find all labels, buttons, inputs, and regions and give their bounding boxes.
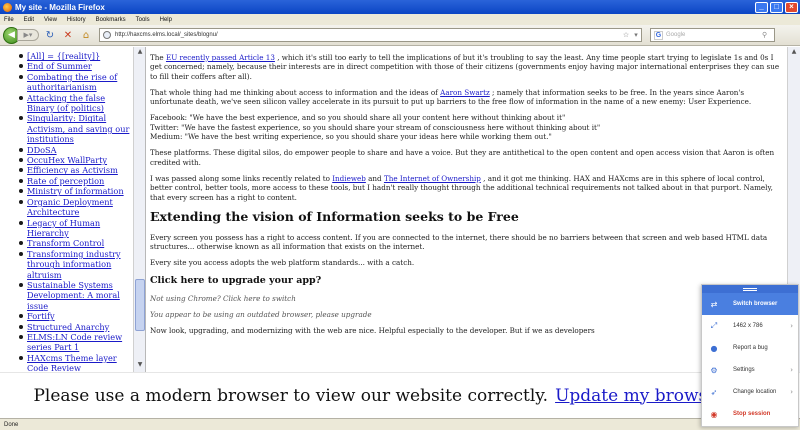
quote-facebook: Facebook: "We have the best experience, … — [150, 113, 566, 123]
site-identity-icon[interactable] — [103, 31, 111, 39]
sidebar-item[interactable]: Ministry of information — [6, 186, 130, 196]
paragraph-indieweb: I was passed along some links recently r… — [150, 173, 773, 202]
paragraph-standards: Every site you access adopts the web pla… — [150, 258, 415, 268]
report-bug-button[interactable]: ● Report a bug — [702, 337, 798, 359]
chevron-right-icon: › — [790, 322, 793, 330]
window-title: My site - Mozilla Firefox — [15, 2, 105, 12]
home-icon[interactable]: ⌂ — [79, 28, 93, 42]
eu-article13-link[interactable]: EU recently passed Article 13 — [166, 53, 275, 62]
back-arrow-icon: ◀ — [8, 30, 15, 40]
status-bar: Done — [0, 418, 800, 430]
menu-view[interactable]: View — [44, 17, 57, 23]
sidebar-item[interactable]: End of Summer — [6, 61, 130, 71]
menu-bar: File Edit View History Bookmarks Tools H… — [0, 14, 800, 25]
article-body: The EU recently passed Article 13 , whic… — [147, 47, 787, 372]
paragraph-upgrading: Now look, upgrading, and modernizing wit… — [150, 326, 595, 336]
chevron-right-icon: › — [790, 366, 793, 374]
google-icon[interactable]: G — [654, 30, 663, 40]
sidebar-item[interactable]: Efficiency as Activism — [6, 165, 130, 175]
quote-twitter: Twitter: "We have the fastest experience… — [150, 122, 601, 132]
gear-icon: ⚙ — [710, 365, 718, 375]
minimize-button[interactable]: _ — [755, 1, 768, 13]
stop-circle-icon: ◉ — [710, 409, 718, 419]
sidebar-item[interactable]: Attacking the false Binary (of politics) — [6, 93, 130, 114]
resize-icon: ⤢ — [710, 321, 718, 330]
stop-session-button[interactable]: ◉ Stop session — [702, 403, 798, 425]
menu-bookmarks[interactable]: Bookmarks — [96, 17, 126, 23]
title-bar: My site - Mozilla Firefox _ □ × — [0, 0, 800, 14]
close-button[interactable]: × — [785, 1, 798, 13]
location-arrow-icon: ➶ — [710, 387, 718, 397]
settings-menu[interactable]: ⚙ Settings › — [702, 359, 798, 381]
sidebar-item[interactable]: Organic Deployment Architecture — [6, 197, 130, 218]
sidebar-item[interactable]: Transforming industry through informatio… — [6, 249, 130, 280]
forward-arrow-icon: ▶▾ — [23, 31, 33, 39]
session-panel: ⇄ Switch browser ⤢ 1462 x 786 › ● Report… — [701, 284, 799, 427]
search-input[interactable]: Google — [666, 32, 762, 38]
platform-quotes: Facebook: "We have the best experience, … — [150, 113, 781, 141]
sidebar-item[interactable]: Transform Control — [6, 238, 130, 248]
sidebar-item[interactable]: Structured Anarchy — [6, 322, 130, 332]
address-bar[interactable]: http://haxcms.elms.local/_sites/blognu/ … — [99, 28, 642, 42]
menu-file[interactable]: File — [4, 17, 14, 23]
status-text: Done — [4, 421, 19, 428]
url-text[interactable]: http://haxcms.elms.local/_sites/blognu/ — [115, 32, 621, 38]
chevron-right-icon: › — [790, 388, 793, 396]
internet-of-ownership-link[interactable]: The Internet of Ownership — [384, 174, 481, 183]
sidebar-item[interactable]: Singularity: Digital Activism, and savin… — [6, 113, 130, 144]
panel-drag-handle[interactable] — [702, 285, 798, 293]
scroll-down-icon[interactable]: ▼ — [135, 361, 145, 371]
scroll-up-icon[interactable]: ▲ — [135, 48, 145, 58]
switch-browser-button[interactable]: ⇄ Switch browser — [702, 293, 798, 315]
sidebar-item[interactable]: DDoSA — [6, 145, 130, 155]
menu-edit[interactable]: Edit — [24, 17, 34, 23]
indieweb-link[interactable]: Indieweb — [332, 174, 366, 183]
sidebar-scroll-thumb[interactable] — [135, 279, 145, 331]
paragraph-article13: The EU recently passed Article 13 , whic… — [150, 53, 780, 81]
section-heading: Extending the vision of Information seek… — [150, 208, 519, 224]
stop-icon[interactable]: ✕ — [61, 28, 75, 42]
resolution-menu[interactable]: ⤢ 1462 x 786 › — [702, 315, 798, 337]
reload-icon[interactable]: ↻ — [43, 28, 57, 42]
maximize-button[interactable]: □ — [770, 1, 783, 13]
search-bar[interactable]: G Google ⚲ — [650, 28, 775, 42]
page-content: [All] = {[reality]} End of Summer Combatin… — [0, 47, 800, 418]
sidebar-scrollbar[interactable]: ▲ ▼ — [133, 47, 145, 372]
sidebar-item[interactable]: Combating the rise of authoritarianism — [6, 72, 130, 93]
page-scroll-up-icon[interactable]: ▲ — [789, 48, 799, 58]
sidebar-item[interactable]: Sustainable Systems Development: A moral… — [6, 280, 130, 311]
browser-upgrade-banner: Please use a modern browser to view our … — [0, 372, 800, 418]
example-outdated: You appear to be using an outdated brows… — [150, 310, 372, 320]
example-chrome: Not using Chrome? Click here to switch — [150, 293, 296, 303]
sidebar-item[interactable]: Rate of perception — [6, 176, 130, 186]
paragraph-every-screen: Every screen you possess has a right to … — [150, 232, 768, 252]
forward-button[interactable]: ▶▾ — [17, 29, 39, 41]
paragraph-platforms: These platforms. These digital silos, do… — [150, 148, 775, 167]
sidebar-item[interactable]: ELMS:LN Code review series Part 1 — [6, 332, 130, 353]
sidebar-item[interactable]: [All] = {[reality]} — [6, 51, 130, 61]
sidebar-nav: [All] = {[reality]} End of Summer Combatin… — [0, 47, 146, 372]
aaron-swartz-link[interactable]: Aaron Swartz — [440, 88, 490, 97]
subsection-heading: Click here to upgrade your app? — [150, 274, 322, 286]
search-icon[interactable]: ⚲ — [762, 31, 774, 39]
navigation-toolbar: ◀ ▶▾ ↻ ✕ ⌂ http://haxcms.elms.local/_sit… — [0, 25, 800, 46]
banner-message: Please use a modern browser to view our … — [33, 385, 549, 406]
change-location-menu[interactable]: ➶ Change location › — [702, 381, 798, 403]
sidebar-item[interactable]: OccuHex WallParty — [6, 155, 130, 165]
grip-icon — [743, 287, 757, 291]
menu-help[interactable]: Help — [160, 17, 172, 23]
paragraph-aaron: That whole thing had me thinking about a… — [150, 87, 752, 107]
sidebar-item[interactable]: Fortify — [6, 311, 130, 321]
sidebar-item[interactable]: HAXcms Theme layer Code Review — [6, 353, 130, 372]
sidebar-item[interactable]: Legacy of Human Hierarchy — [6, 218, 130, 239]
url-dropdown-icon[interactable]: ▾ — [631, 31, 641, 39]
firefox-logo-icon — [3, 2, 12, 12]
switch-icon: ⇄ — [710, 299, 718, 309]
quote-medium: Medium: "We have the best writing experi… — [150, 132, 552, 142]
sidebar-list: [All] = {[reality]} End of Summer Combatin… — [0, 47, 130, 372]
bookmark-star-icon[interactable]: ☆ — [621, 31, 631, 39]
menu-history[interactable]: History — [67, 17, 86, 23]
bug-icon: ● — [710, 343, 718, 353]
menu-tools[interactable]: Tools — [136, 17, 150, 23]
